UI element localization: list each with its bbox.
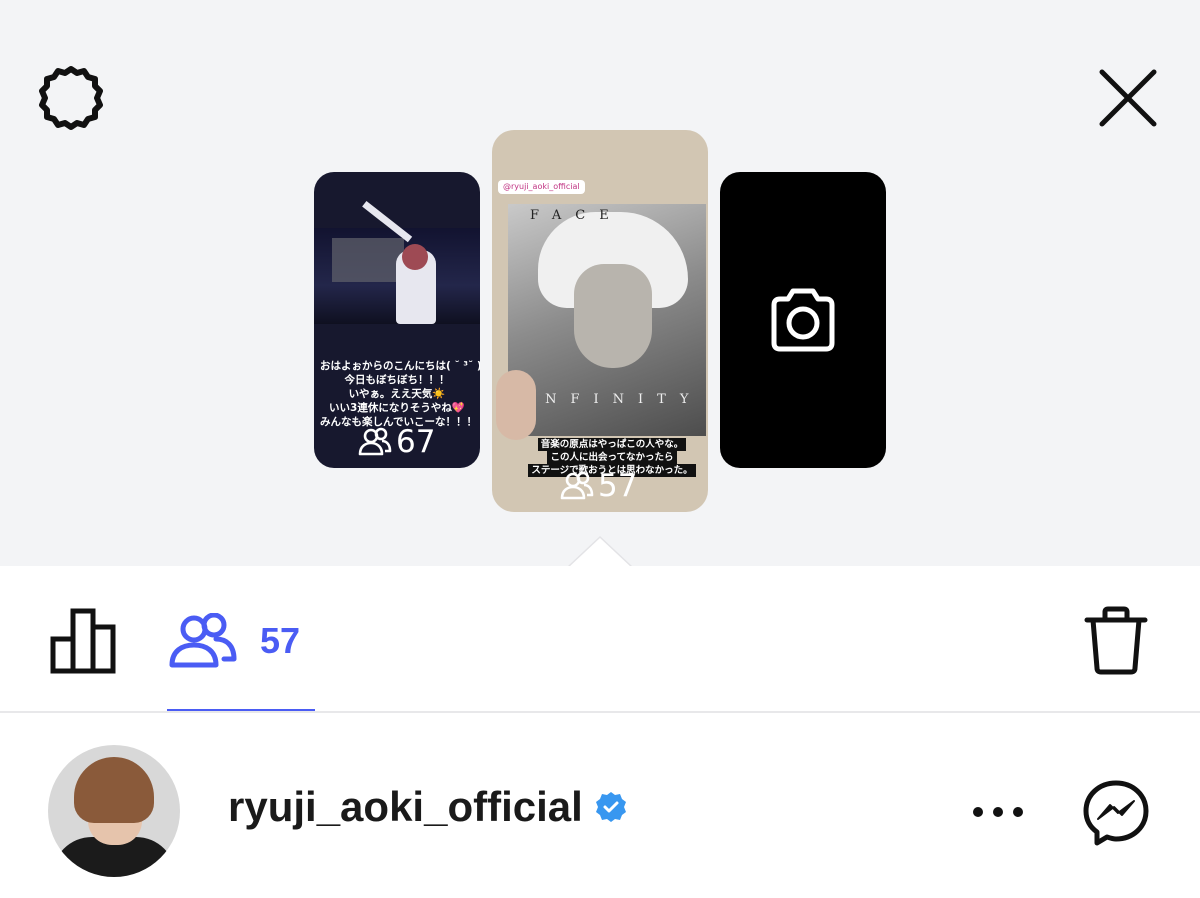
story-thumbnail-current[interactable]: @ryuji_aoki_official FACE INFINITY 音楽の原点… <box>492 130 708 512</box>
viewers-icon <box>358 427 392 456</box>
viewers-icon <box>169 613 237 668</box>
insights-button[interactable] <box>46 604 122 678</box>
viewers-count: 57 <box>260 620 301 661</box>
hand-photo <box>496 370 536 440</box>
viewer-list-item[interactable]: ryuji_aoki_official <box>0 713 1200 898</box>
viewer-username[interactable]: ryuji_aoki_official <box>228 783 583 831</box>
camera-icon <box>771 288 835 352</box>
send-message-button[interactable] <box>1080 777 1152 849</box>
settings-button[interactable] <box>32 62 110 134</box>
story-caption: おはよぉからのこんにちは( ˘ ³˘ )♡ 今日もぼちぼち！！！ いやぁ。ええ天… <box>320 360 480 428</box>
story-viewer-count: 67 <box>358 424 435 460</box>
story-viewer-count: 57 <box>560 468 637 504</box>
avatar[interactable] <box>48 745 180 877</box>
tab-viewers[interactable]: 57 <box>168 604 316 678</box>
gear-icon <box>39 66 103 130</box>
delete-button[interactable] <box>1080 604 1152 678</box>
trash-icon <box>1084 606 1148 675</box>
verified-badge-icon <box>595 792 626 822</box>
story-photo <box>314 201 480 324</box>
messenger-icon <box>1083 780 1149 846</box>
more-dots-icon <box>973 807 1023 817</box>
close-icon <box>1099 69 1157 127</box>
story-thumbnail-previous[interactable]: おはよぉからのこんにちは( ˘ ³˘ )♡ 今日もぼちぼち！！！ いやぁ。ええ天… <box>314 172 480 468</box>
viewers-icon <box>560 471 594 500</box>
mention-sticker[interactable]: @ryuji_aoki_official <box>498 180 585 194</box>
close-button[interactable] <box>1092 62 1164 134</box>
add-story-camera-card[interactable] <box>720 172 886 468</box>
bar-chart-icon <box>50 608 116 674</box>
more-options-button[interactable] <box>968 787 1028 837</box>
album-photo: FACE INFINITY <box>508 204 706 436</box>
